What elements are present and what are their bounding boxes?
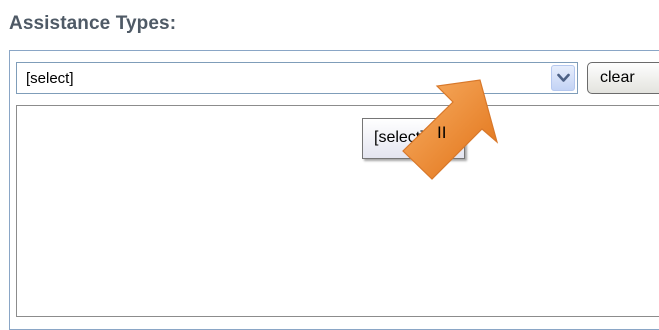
- chevron-down-icon[interactable]: [551, 65, 575, 91]
- arrow-cursor-icon: II: [385, 62, 515, 192]
- section-heading: Assistance Types:: [9, 13, 177, 34]
- select-value: [select]: [26, 70, 74, 87]
- cursor-label: II: [437, 123, 446, 142]
- clear-button[interactable]: clear: [587, 62, 659, 94]
- selected-types-listbox[interactable]: [16, 105, 659, 317]
